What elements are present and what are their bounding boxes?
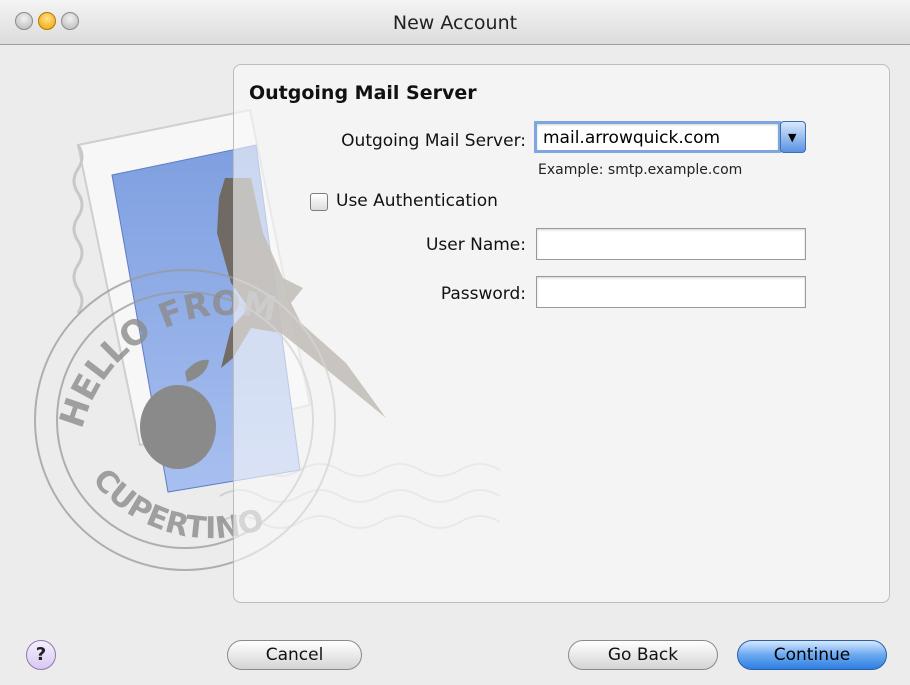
outgoing-server-label: Outgoing Mail Server: <box>341 131 526 151</box>
outgoing-server-value: mail.arrowquick.com <box>543 128 721 148</box>
server-example-hint: Example: smtp.example.com <box>538 162 743 178</box>
cancel-button[interactable]: Cancel <box>227 640 362 670</box>
use-authentication-label: Use Authentication <box>336 191 498 211</box>
chevron-down-icon: ▼ <box>788 131 797 144</box>
password-label: Password: <box>440 284 526 304</box>
section-title: Outgoing Mail Server <box>249 82 477 104</box>
outgoing-server-combobox[interactable]: mail.arrowquick.com <box>534 121 781 153</box>
help-button[interactable]: ? <box>26 640 56 670</box>
continue-button[interactable]: Continue <box>737 640 887 670</box>
title-bar[interactable]: New Account <box>0 0 910 45</box>
window-title: New Account <box>392 12 518 34</box>
use-authentication-checkbox[interactable] <box>310 193 328 211</box>
username-field[interactable] <box>536 228 806 260</box>
new-account-window: New Account HELLO FRO CUPERTIN Outgoing … <box>0 0 910 685</box>
server-dropdown-button[interactable]: ▼ <box>780 121 806 153</box>
password-field[interactable] <box>536 276 806 308</box>
question-mark-icon: ? <box>35 644 47 665</box>
username-label: User Name: <box>425 235 526 255</box>
go-back-button[interactable]: Go Back <box>568 640 718 670</box>
